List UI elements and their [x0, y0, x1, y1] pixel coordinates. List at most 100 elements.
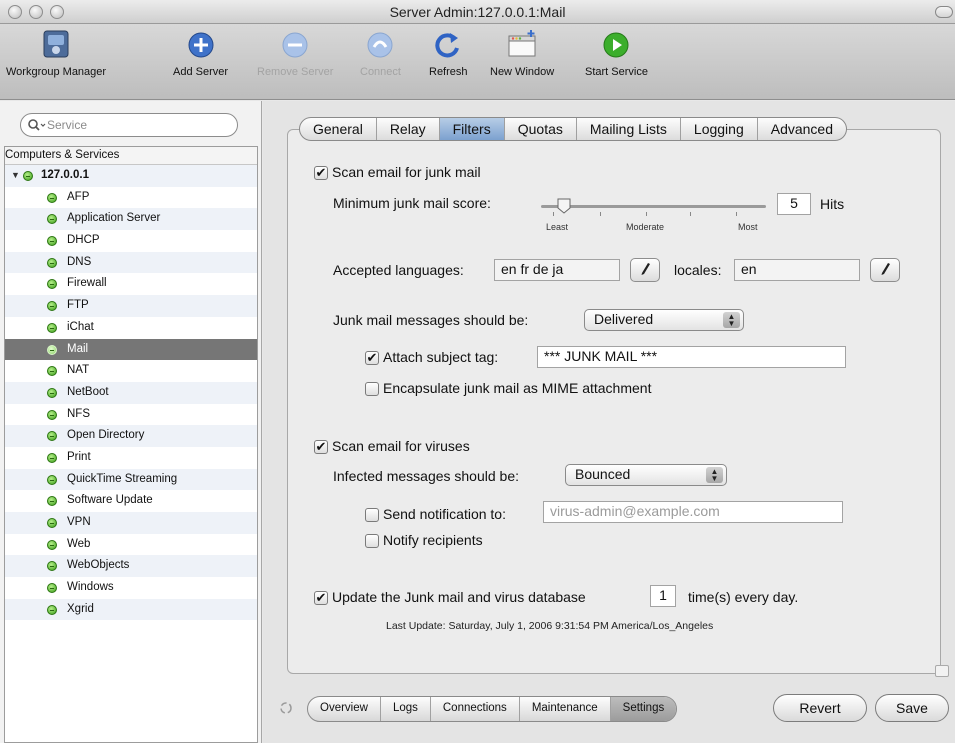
activity-spinner-icon [280, 702, 292, 714]
slider-least-label: Least [546, 222, 569, 232]
service-name: AFP [67, 190, 90, 203]
server-row[interactable]: ▼ 127.0.0.1 [5, 165, 257, 187]
revert-button[interactable]: Revert [773, 694, 867, 722]
junk-score-slider-track[interactable] [541, 205, 766, 208]
workgroup-manager-button[interactable]: Workgroup Manager [6, 28, 106, 78]
service-name: Software Update [67, 494, 153, 507]
service-search-field[interactable]: Service [20, 113, 238, 137]
attach-subject-checkbox[interactable]: ✔ [365, 351, 379, 365]
save-button[interactable]: Save [875, 694, 949, 722]
accepted-languages-field[interactable]: en fr de ja [494, 259, 620, 281]
service-name: Xgrid [67, 602, 94, 615]
service-view-tabs: Overview Logs Connections Maintenance Settin… [307, 696, 678, 722]
view-settings[interactable]: Settings [610, 697, 677, 721]
service-name: Mail [67, 342, 89, 355]
refresh-button[interactable]: Refresh [429, 28, 468, 78]
service-name: Print [67, 450, 91, 463]
server-name: 127.0.0.1 [41, 169, 89, 181]
junk-action-popup[interactable]: Delivered ▲ ▼ [584, 309, 744, 331]
service-status-icon [47, 366, 57, 377]
service-status-icon [47, 322, 57, 333]
service-status-icon [47, 561, 57, 572]
new-window-button[interactable]: New Window [490, 28, 554, 78]
service-row[interactable]: WebObjects [5, 555, 257, 578]
service-row[interactable]: NFS [5, 404, 257, 426]
encapsulate-checkbox[interactable] [365, 382, 379, 396]
send-notification-checkbox[interactable] [365, 508, 379, 522]
tab-general[interactable]: General [300, 118, 377, 140]
slider-moderate-label: Moderate [626, 222, 665, 232]
service-row[interactable]: DNS [5, 251, 257, 274]
service-name: Application Server [67, 212, 161, 225]
slider-tick [690, 212, 691, 216]
service-row[interactable]: FTP [5, 295, 257, 317]
service-row[interactable]: Print [5, 447, 257, 469]
service-row[interactable]: Software Update [5, 490, 257, 512]
resize-handle[interactable] [935, 665, 949, 677]
start-service-button[interactable]: Start Service [585, 28, 648, 78]
filters-panel: ✔ Scan email for junk mail Minimum junk … [287, 129, 941, 674]
notification-email-field[interactable]: virus-admin@example.com [543, 501, 843, 523]
service-row[interactable]: NAT [5, 360, 257, 382]
service-row[interactable]: AFP [5, 187, 257, 209]
infected-action-popup[interactable]: Bounced ▲ ▼ [565, 464, 727, 486]
update-suffix-label: time(s) every day. [688, 589, 799, 605]
service-row[interactable]: VPN [5, 512, 257, 534]
popup-arrows-icon: ▲ ▼ [706, 467, 723, 483]
service-row[interactable]: Windows [5, 577, 257, 599]
edit-languages-button[interactable] [630, 258, 660, 282]
update-times-field[interactable]: 1 [650, 585, 676, 607]
update-db-checkbox[interactable]: ✔ [314, 591, 328, 605]
view-overview[interactable]: Overview [308, 697, 381, 721]
scan-viruses-label: Scan email for viruses [332, 438, 470, 454]
server-status-icon [23, 171, 33, 181]
hits-label: Hits [820, 196, 845, 212]
locales-field[interactable]: en [734, 259, 860, 281]
service-row[interactable]: DHCP [5, 230, 257, 252]
notify-recipients-checkbox[interactable] [365, 534, 379, 548]
view-maintenance[interactable]: Maintenance [520, 697, 611, 721]
service-name: VPN [67, 516, 91, 528]
remove-server-icon [282, 32, 308, 58]
add-server-button[interactable]: Add Server [173, 28, 228, 78]
scan-viruses-checkbox[interactable]: ✔ [314, 440, 328, 454]
main-pane: General Relay Filters Quotas Mailing Lists Lo… [263, 101, 955, 743]
new-window-icon [508, 30, 536, 57]
service-row[interactable]: Mail [5, 338, 257, 361]
service-row[interactable]: Web [5, 534, 257, 556]
tab-filters[interactable]: Filters [439, 118, 505, 140]
refresh-icon [435, 33, 460, 58]
toolbar-toggle-button[interactable] [935, 6, 953, 18]
service-row[interactable]: Firewall [5, 273, 257, 295]
slider-most-label: Most [738, 222, 758, 232]
slider-tick [600, 212, 601, 216]
service-row[interactable]: NetBoot [5, 381, 257, 404]
junk-score-slider-knob[interactable] [557, 198, 571, 214]
service-name: Web [67, 537, 91, 550]
service-row[interactable]: Open Directory [5, 425, 257, 447]
service-status-icon [47, 257, 57, 268]
view-connections[interactable]: Connections [431, 697, 520, 721]
service-row[interactable]: Application Server [5, 208, 257, 231]
disclosure-triangle-icon[interactable]: ▼ [11, 165, 20, 187]
service-status-icon [47, 452, 57, 463]
tab-relay[interactable]: Relay [377, 118, 440, 140]
edit-locales-button[interactable] [870, 258, 900, 282]
tab-logging[interactable]: Logging [681, 118, 758, 140]
toolbar-label: Add Server [173, 66, 229, 78]
service-row[interactable]: QuickTime Streaming [5, 468, 257, 491]
subject-tag-field[interactable]: *** JUNK MAIL *** [537, 346, 846, 368]
min-score-field[interactable]: 5 [777, 193, 811, 215]
remove-server-button[interactable]: Remove Server [257, 28, 333, 78]
service-status-icon [47, 518, 57, 528]
tab-quotas[interactable]: Quotas [505, 118, 577, 140]
connect-button[interactable]: Connect [360, 28, 401, 78]
service-row[interactable]: iChat [5, 317, 257, 339]
service-row[interactable]: Xgrid [5, 598, 257, 621]
view-logs[interactable]: Logs [381, 697, 431, 721]
scan-junk-checkbox[interactable]: ✔ [314, 166, 328, 180]
tab-mailing-lists[interactable]: Mailing Lists [577, 118, 681, 140]
tab-advanced[interactable]: Advanced [758, 118, 846, 140]
search-icon [28, 119, 46, 131]
service-status-icon [47, 583, 57, 594]
